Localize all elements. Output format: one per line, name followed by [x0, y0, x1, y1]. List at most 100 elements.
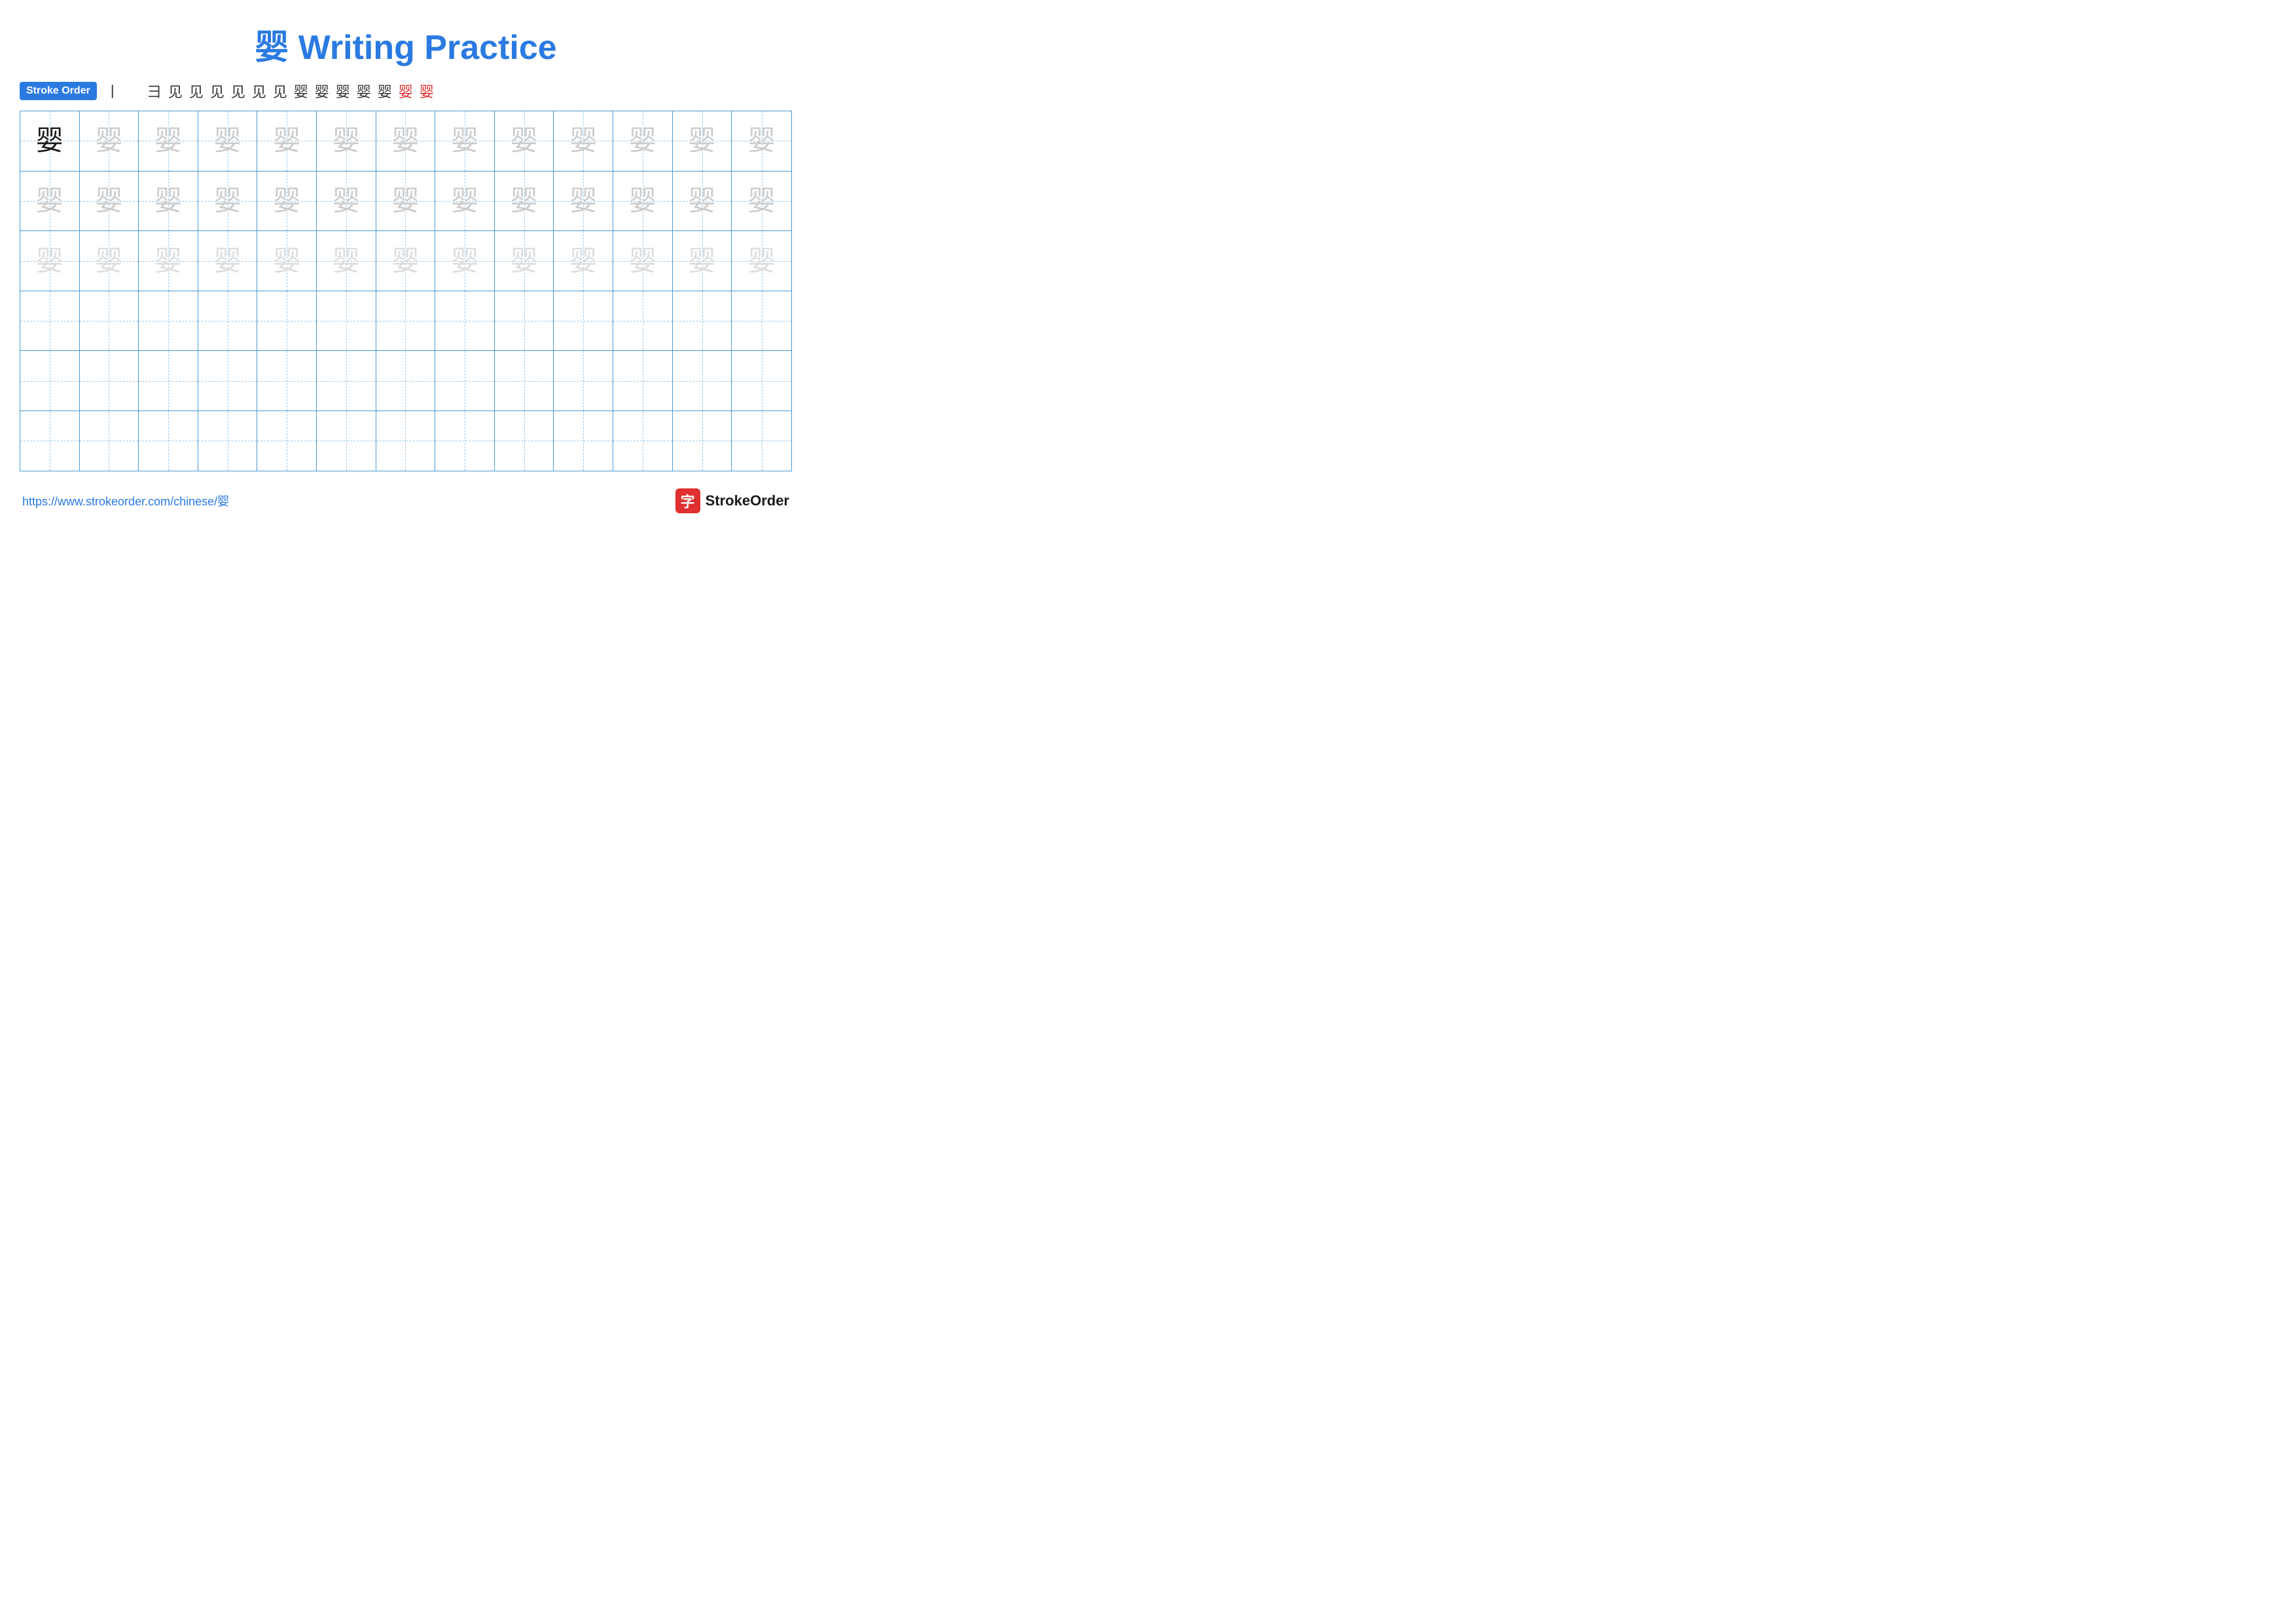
grid-cell-3-5: 婴 [257, 231, 317, 291]
grid-cell-5-3[interactable] [139, 351, 198, 410]
grid-cell-4-13[interactable] [732, 291, 791, 351]
practice-char-light: 婴 [748, 127, 776, 155]
practice-char-lighter: 婴 [154, 247, 182, 275]
grid-row-1: 婴 婴 婴 婴 婴 婴 婴 婴 婴 婴 婴 婴 [20, 111, 791, 172]
footer-logo-text: StrokeOrder [706, 492, 789, 509]
practice-char-lighter: 婴 [569, 247, 597, 275]
grid-cell-6-12[interactable] [673, 411, 732, 471]
practice-char-light: 婴 [332, 187, 360, 215]
stroke-step-2: 𠃉 [124, 82, 143, 100]
footer-url[interactable]: https://www.strokeorder.com/chinese/婴 [22, 492, 229, 509]
stroke-step-7: 见 [229, 81, 247, 101]
stroke-step-11: 婴 [313, 81, 331, 101]
grid-cell-1-10: 婴 [554, 111, 613, 171]
grid-cell-4-7[interactable] [376, 291, 436, 351]
page-title: 婴 Writing Practice [20, 20, 792, 69]
grid-cell-1-8: 婴 [435, 111, 495, 171]
grid-cell-6-3[interactable] [139, 411, 198, 471]
grid-cell-5-6[interactable] [317, 351, 376, 410]
stroke-step-6: 见 [208, 81, 226, 101]
practice-char-light: 婴 [391, 187, 419, 215]
practice-char-light: 婴 [511, 127, 538, 155]
practice-char-light: 婴 [451, 187, 478, 215]
grid-cell-2-2: 婴 [80, 172, 139, 231]
stroke-step-14: 婴 [376, 81, 394, 101]
grid-cell-4-3[interactable] [139, 291, 198, 351]
practice-char-lighter: 婴 [95, 247, 122, 275]
grid-cell-6-8[interactable] [435, 411, 495, 471]
grid-cell-6-6[interactable] [317, 411, 376, 471]
grid-cell-5-9[interactable] [495, 351, 554, 410]
practice-char-lighter: 婴 [36, 247, 63, 275]
grid-cell-4-10[interactable] [554, 291, 613, 351]
grid-cell-5-13[interactable] [732, 351, 791, 410]
stroke-step-13: 婴 [355, 81, 373, 101]
practice-char-light: 婴 [451, 127, 478, 155]
practice-char-light: 婴 [36, 187, 63, 215]
stroke-step-4: 见 [166, 81, 185, 101]
grid-cell-6-9[interactable] [495, 411, 554, 471]
grid-cell-6-5[interactable] [257, 411, 317, 471]
grid-cell-3-12: 婴 [673, 231, 732, 291]
grid-cell-5-8[interactable] [435, 351, 495, 410]
stroke-step-10: 婴 [292, 81, 310, 101]
grid-cell-5-12[interactable] [673, 351, 732, 410]
grid-cell-4-9[interactable] [495, 291, 554, 351]
grid-cell-4-8[interactable] [435, 291, 495, 351]
grid-cell-5-4[interactable] [198, 351, 258, 410]
grid-cell-1-6: 婴 [317, 111, 376, 171]
grid-cell-5-1[interactable] [20, 351, 80, 410]
stroke-order-badge: Stroke Order [20, 82, 97, 100]
grid-cell-2-1: 婴 [20, 172, 80, 231]
grid-cell-4-5[interactable] [257, 291, 317, 351]
grid-cell-6-1[interactable] [20, 411, 80, 471]
practice-char-light: 婴 [629, 187, 656, 215]
title-section: 婴 Writing Practice [20, 13, 792, 69]
grid-cell-1-3: 婴 [139, 111, 198, 171]
grid-cell-4-12[interactable] [673, 291, 732, 351]
stroke-step-5: 见 [187, 81, 206, 101]
grid-cell-1-1: 婴 [20, 111, 80, 171]
footer-logo-icon: 字 [675, 488, 700, 513]
grid-cell-4-6[interactable] [317, 291, 376, 351]
grid-cell-6-2[interactable] [80, 411, 139, 471]
grid-cell-1-13: 婴 [732, 111, 791, 171]
grid-row-6 [20, 411, 791, 471]
footer-logo: 字 StrokeOrder [675, 488, 789, 513]
practice-char-light: 婴 [689, 187, 716, 215]
grid-cell-6-4[interactable] [198, 411, 258, 471]
practice-char-lighter: 婴 [511, 247, 538, 275]
practice-char-light: 婴 [569, 127, 597, 155]
grid-cell-2-8: 婴 [435, 172, 495, 231]
grid-cell-6-13[interactable] [732, 411, 791, 471]
grid-cell-1-5: 婴 [257, 111, 317, 171]
grid-cell-1-12: 婴 [673, 111, 732, 171]
grid-row-3: 婴 婴 婴 婴 婴 婴 婴 婴 婴 婴 婴 婴 [20, 231, 791, 291]
grid-cell-5-7[interactable] [376, 351, 436, 410]
title-writing-practice: Writing Practice [298, 29, 557, 67]
grid-cell-3-4: 婴 [198, 231, 258, 291]
grid-cell-5-5[interactable] [257, 351, 317, 410]
grid-cell-5-2[interactable] [80, 351, 139, 410]
grid-cell-4-4[interactable] [198, 291, 258, 351]
grid-cell-4-1[interactable] [20, 291, 80, 351]
practice-char-light: 婴 [95, 127, 122, 155]
grid-cell-3-2: 婴 [80, 231, 139, 291]
grid-cell-2-7: 婴 [376, 172, 436, 231]
practice-char-lighter: 婴 [748, 247, 776, 275]
grid-cell-6-10[interactable] [554, 411, 613, 471]
stroke-step-15: 婴 [397, 81, 415, 101]
grid-cell-2-12: 婴 [673, 172, 732, 231]
practice-char-light: 婴 [95, 187, 122, 215]
grid-cell-6-7[interactable] [376, 411, 436, 471]
grid-cell-2-13: 婴 [732, 172, 791, 231]
grid-cell-2-6: 婴 [317, 172, 376, 231]
practice-char-lighter: 婴 [629, 247, 656, 275]
grid-cell-4-11[interactable] [613, 291, 673, 351]
grid-cell-6-11[interactable] [613, 411, 673, 471]
grid-cell-2-9: 婴 [495, 172, 554, 231]
footer: https://www.strokeorder.com/chinese/婴 字 … [20, 488, 792, 513]
grid-cell-5-10[interactable] [554, 351, 613, 410]
grid-cell-5-11[interactable] [613, 351, 673, 410]
grid-cell-4-2[interactable] [80, 291, 139, 351]
